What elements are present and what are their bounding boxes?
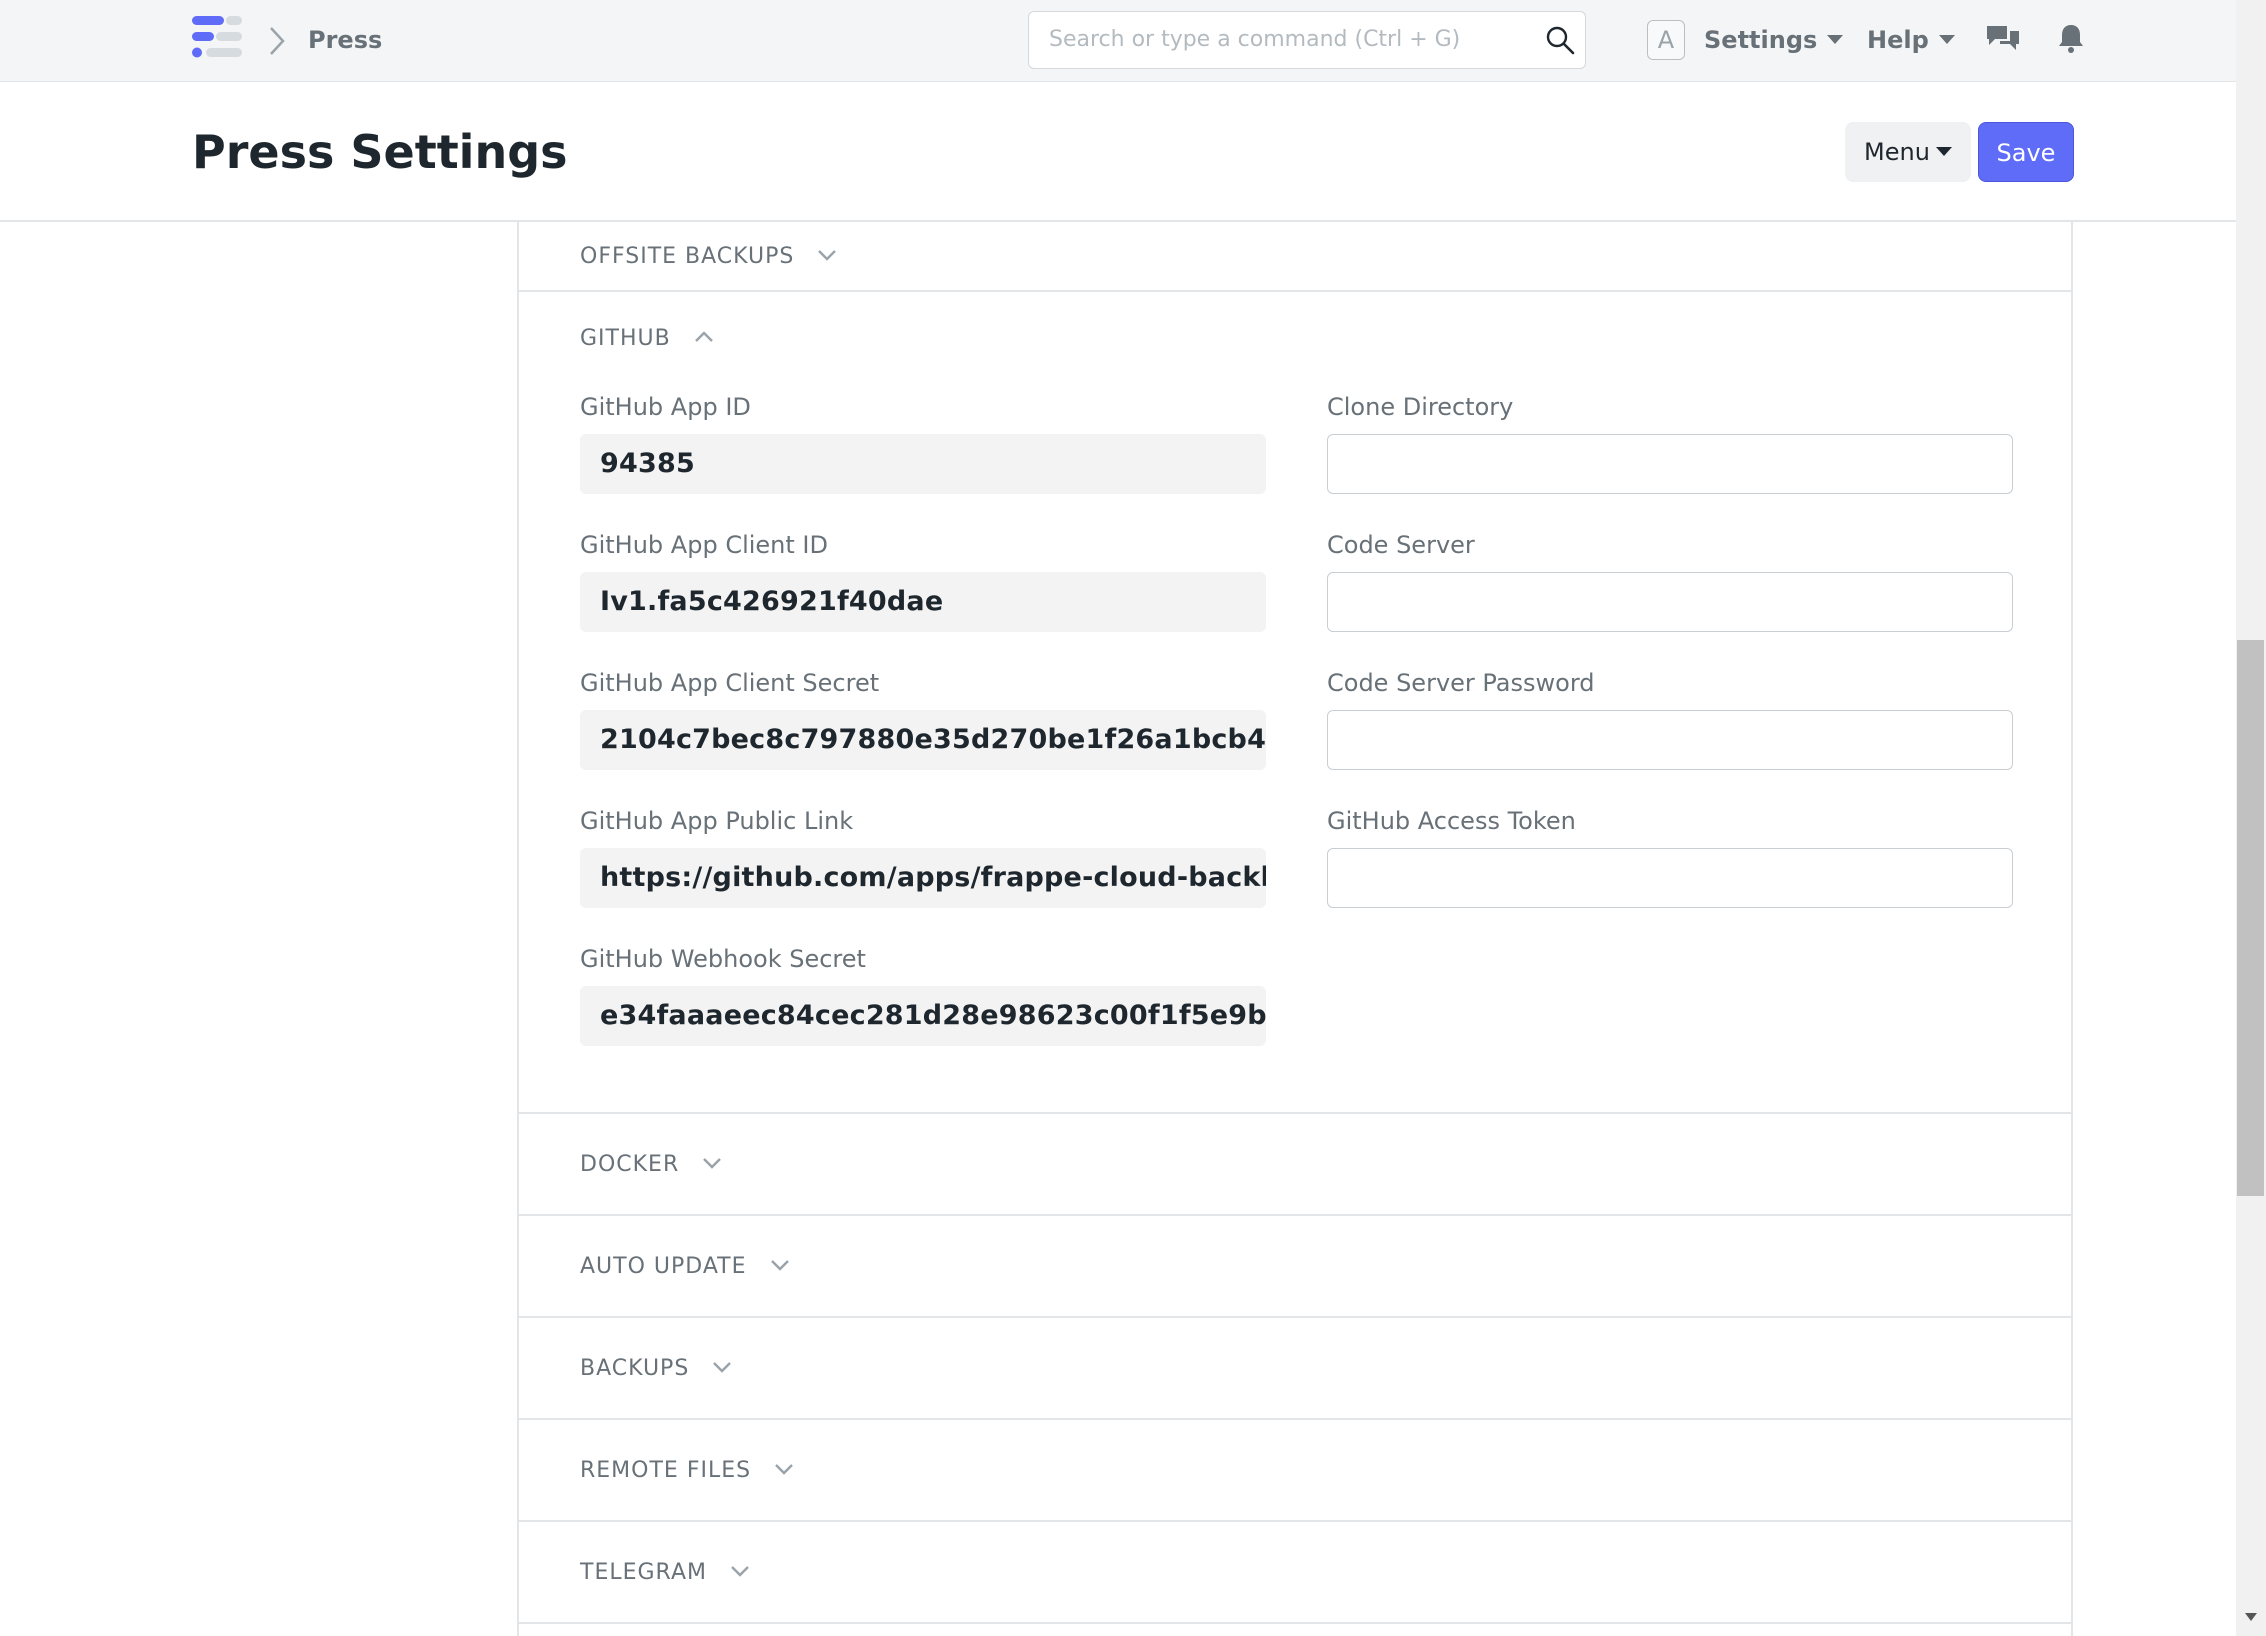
- chevron-down-icon: [775, 1464, 793, 1475]
- github-public-link-field[interactable]: https://github.com/apps/frappe-cloud-bac…: [580, 848, 1266, 908]
- page-title: Press Settings: [192, 125, 568, 179]
- section-title: DOCKER: [580, 1152, 680, 1177]
- section-title: BACKUPS: [580, 1356, 690, 1381]
- section-head-github[interactable]: GITHUB: [580, 322, 715, 356]
- chat-icon[interactable]: [1986, 22, 2020, 56]
- chevron-right-icon: [270, 27, 285, 55]
- caret-down-icon: [1935, 146, 1952, 156]
- section-title: AUTO UPDATE: [580, 1254, 747, 1279]
- section-title: TELEGRAM: [580, 1560, 707, 1585]
- github-app-id-field[interactable]: 94385: [580, 434, 1266, 494]
- github-public-link-label: GitHub App Public Link: [580, 807, 854, 835]
- help-label: Help: [1867, 26, 1929, 54]
- settings-form: OFFSITE BACKUPS GITHUB GitHub App ID 943…: [517, 222, 2073, 1636]
- section-backups: BACKUPS: [519, 1318, 2071, 1420]
- save-button[interactable]: Save: [1978, 122, 2074, 182]
- chevron-down-icon: [770, 1260, 789, 1271]
- section-remote-files: REMOTE FILES: [519, 1420, 2071, 1522]
- help-dropdown[interactable]: Help: [1867, 22, 1955, 58]
- github-client-id-label: GitHub App Client ID: [580, 531, 828, 559]
- menu-label: Menu: [1864, 138, 1930, 166]
- section-head-docker[interactable]: DOCKER: [580, 1148, 723, 1182]
- section-title: OFFSITE BACKUPS: [580, 244, 795, 269]
- navbar: Press Search or type a command (Ctrl + G…: [0, 0, 2236, 82]
- section-title: REMOTE FILES: [580, 1458, 752, 1483]
- caret-down-icon: [1938, 34, 1955, 44]
- section-docker: DOCKER: [519, 1114, 2071, 1216]
- menu-button[interactable]: Menu: [1845, 122, 1971, 182]
- search-bar[interactable]: Search or type a command (Ctrl + G): [1028, 11, 1586, 69]
- code-server-password-label: Code Server Password: [1327, 669, 1595, 697]
- github-access-token-label: GitHub Access Token: [1327, 807, 1576, 835]
- section-head-offsite-backups[interactable]: OFFSITE BACKUPS: [580, 240, 838, 274]
- scrollbar-thumb[interactable]: [2237, 640, 2264, 1196]
- page-head: Press Settings Menu Save: [0, 82, 2236, 222]
- github-client-secret-label: GitHub App Client Secret: [580, 669, 880, 697]
- section-head-auto-update[interactable]: AUTO UPDATE: [580, 1250, 791, 1284]
- github-access-token-input[interactable]: [1327, 848, 2013, 908]
- settings-dropdown[interactable]: Settings: [1704, 22, 1844, 58]
- code-server-label: Code Server: [1327, 531, 1475, 559]
- github-webhook-secret-label: GitHub Webhook Secret: [580, 945, 866, 973]
- code-server-input[interactable]: [1327, 572, 2013, 632]
- github-client-id-field[interactable]: Iv1.fa5c426921f40dae: [580, 572, 1266, 632]
- chevron-down-icon: [731, 1566, 749, 1577]
- chevron-down-icon: [713, 1362, 732, 1373]
- chevron-down-icon: [818, 250, 837, 261]
- code-server-password-input[interactable]: [1327, 710, 2013, 770]
- section-offsite-backups: OFFSITE BACKUPS: [519, 222, 2071, 292]
- section-auto-update: AUTO UPDATE: [519, 1216, 2071, 1318]
- chevron-down-icon: [703, 1158, 722, 1169]
- section-github: GITHUB GitHub App ID 94385 GitHub App Cl…: [519, 292, 2071, 1114]
- breadcrumb-press[interactable]: Press: [308, 22, 382, 58]
- settings-label: Settings: [1704, 26, 1818, 54]
- section-telegram: TELEGRAM: [519, 1522, 2071, 1624]
- section-head-telegram[interactable]: TELEGRAM: [580, 1556, 751, 1590]
- avatar[interactable]: A: [1647, 20, 1685, 60]
- scroll-down-arrow-icon[interactable]: [2244, 1612, 2258, 1622]
- github-client-secret-field[interactable]: 2104c7bec8c797880e35d270be1f26a1bcb46954: [580, 710, 1266, 770]
- app-logo-icon[interactable]: [192, 14, 242, 64]
- section-head-backups[interactable]: BACKUPS: [580, 1352, 733, 1386]
- bell-icon[interactable]: [2056, 22, 2086, 54]
- search-input[interactable]: Search or type a command (Ctrl + G): [1049, 12, 1460, 68]
- clone-directory-input[interactable]: [1327, 434, 2013, 494]
- github-app-id-label: GitHub App ID: [580, 393, 751, 421]
- section-head-remote-files[interactable]: REMOTE FILES: [580, 1454, 795, 1488]
- section-title: GITHUB: [580, 326, 671, 351]
- search-icon[interactable]: [1545, 25, 1575, 55]
- caret-down-icon: [1827, 34, 1844, 44]
- clone-directory-label: Clone Directory: [1327, 393, 1514, 421]
- chevron-up-icon: [694, 331, 713, 342]
- github-webhook-secret-field[interactable]: e34faaaeec84cec281d28e98623c00f1f5e9b435: [580, 986, 1266, 1046]
